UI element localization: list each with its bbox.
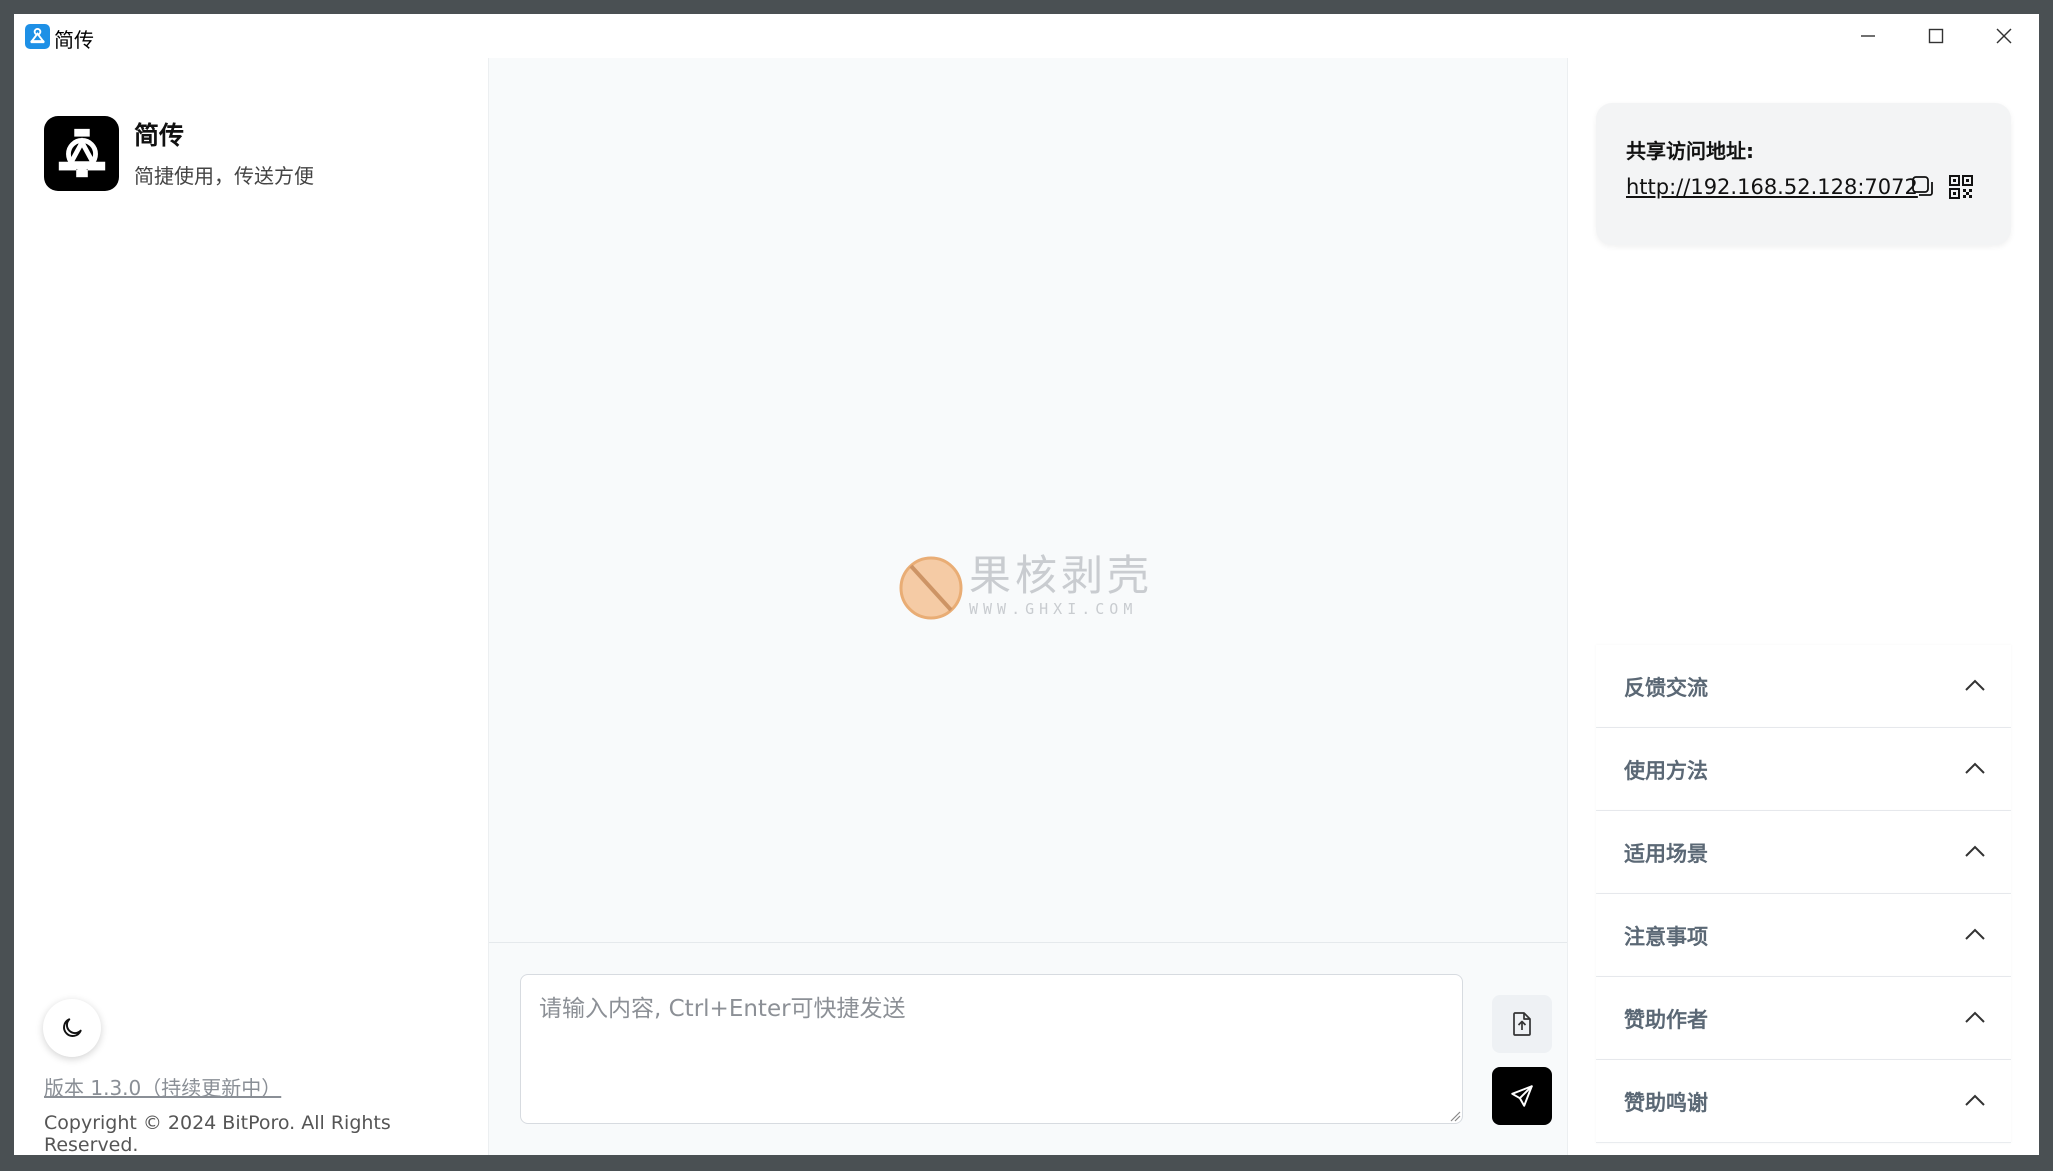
- accordion-label: 使用方法: [1624, 759, 1708, 783]
- chevron-up-icon: [1965, 762, 1985, 774]
- accordion-item-thanks[interactable]: 赞助鸣谢: [1596, 1060, 2011, 1143]
- chevron-up-icon: [1965, 1011, 1985, 1023]
- accordion-label: 反馈交流: [1624, 676, 1708, 700]
- app-window: 简传 简传 简捷使用，传送方便 版本 1.3.0（持续更新中） Copyrigh…: [14, 14, 2039, 1155]
- share-url-link[interactable]: http://192.168.52.128:7072: [1626, 175, 1918, 199]
- accordion-label: 适用场景: [1624, 842, 1708, 866]
- copyright-text: Copyright © 2024 BitPoro. All Rights Res…: [44, 1112, 391, 1155]
- theme-toggle-button[interactable]: [43, 999, 101, 1057]
- share-card: 共享访问地址: http://192.168.52.128:7072: [1596, 103, 2011, 245]
- watermark-url: WWW.GHXI.COM: [969, 600, 1138, 618]
- file-upload-icon: [1513, 1012, 1531, 1036]
- chevron-up-icon: [1965, 928, 1985, 940]
- chevron-up-icon: [1965, 679, 1985, 691]
- accordion-label: 赞助鸣谢: [1624, 1091, 1708, 1115]
- message-area: 果核剥壳 WWW.GHXI.COM: [489, 58, 1567, 942]
- watermark-title: 果核剥壳: [969, 551, 1154, 600]
- accordion-label: 注意事项: [1624, 925, 1708, 949]
- version-link[interactable]: 版本 1.3.0（持续更新中）: [44, 1072, 281, 1101]
- accordion-item-usage[interactable]: 使用方法: [1596, 728, 2011, 811]
- minimize-button[interactable]: [1834, 14, 1902, 58]
- chevron-up-icon: [1965, 845, 1985, 857]
- sidebar: 简传 简捷使用，传送方便 版本 1.3.0（持续更新中） Copyright ©…: [14, 58, 488, 1155]
- brand-title: 简传: [134, 121, 185, 150]
- copy-icon[interactable]: [1910, 174, 1936, 200]
- app-icon: [25, 24, 50, 49]
- watermark: 果核剥壳 WWW.GHXI.COM: [897, 554, 1153, 622]
- accordion-label: 赞助作者: [1624, 1008, 1708, 1032]
- composer: [489, 942, 1567, 1155]
- maximize-button[interactable]: [1902, 14, 1970, 58]
- message-input[interactable]: [520, 974, 1463, 1124]
- share-label: 共享访问地址:: [1626, 139, 1754, 163]
- minimize-icon: [1861, 35, 1875, 37]
- info-accordion: 反馈交流 使用方法 适用场景 注意事项 赞助作者 赞助鸣谢: [1596, 645, 2011, 1143]
- close-button[interactable]: [1970, 14, 2038, 58]
- title-bar: 简传: [14, 14, 2039, 58]
- brand-subtitle: 简捷使用，传送方便: [134, 164, 314, 188]
- send-icon: [1511, 1085, 1533, 1107]
- send-button[interactable]: [1492, 1067, 1552, 1125]
- app-logo: [44, 116, 119, 191]
- accordion-item-sponsor[interactable]: 赞助作者: [1596, 977, 2011, 1060]
- resize-grip-icon[interactable]: [1449, 1110, 1461, 1122]
- logo-icon: [58, 128, 105, 177]
- moon-icon: [63, 1018, 82, 1037]
- main-panel: 果核剥壳 WWW.GHXI.COM: [488, 58, 1568, 1155]
- watermark-logo-icon: [899, 556, 963, 620]
- window-title: 简传: [54, 28, 94, 52]
- chevron-up-icon: [1965, 1094, 1985, 1106]
- qrcode-icon[interactable]: [1948, 174, 1974, 200]
- upload-file-button[interactable]: [1492, 995, 1552, 1053]
- accordion-item-feedback[interactable]: 反馈交流: [1596, 645, 2011, 728]
- accordion-item-notes[interactable]: 注意事项: [1596, 894, 2011, 977]
- maximize-icon: [1928, 28, 1944, 44]
- accordion-item-scenarios[interactable]: 适用场景: [1596, 811, 2011, 894]
- right-panel: 共享访问地址: http://192.168.52.128:7072 反馈交流 …: [1568, 58, 2039, 1155]
- close-icon: [1996, 28, 2012, 44]
